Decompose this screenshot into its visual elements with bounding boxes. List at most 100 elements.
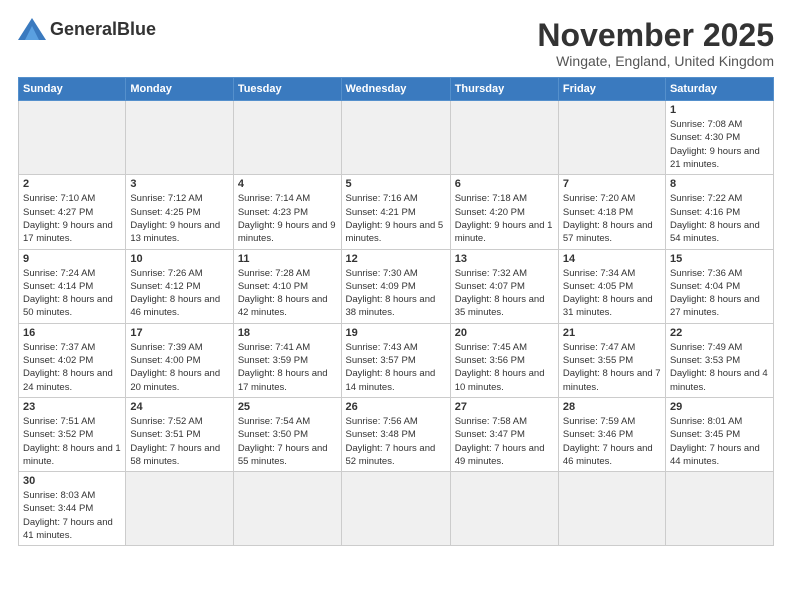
day-number: 26 (346, 401, 446, 413)
day-number: 15 (670, 253, 769, 265)
day-number: 12 (346, 253, 446, 265)
logo-icon (18, 18, 46, 40)
day-info: Sunrise: 7:28 AMSunset: 4:10 PMDaylight:… (238, 267, 337, 320)
day-number: 22 (670, 327, 769, 339)
day-cell: 1 Sunrise: 7:08 AMSunset: 4:30 PMDaylight… (665, 101, 773, 175)
day-number: 3 (130, 178, 228, 190)
day-cell: 30 Sunrise: 8:03 AMSunset: 3:44 PMDayligh… (19, 472, 126, 546)
day-number: 19 (346, 327, 446, 339)
day-cell: 23 Sunrise: 7:51 AMSunset: 3:52 PMDayligh… (19, 397, 126, 471)
day-number: 1 (670, 104, 769, 116)
day-cell: 10 Sunrise: 7:26 AMSunset: 4:12 PMDayligh… (126, 249, 233, 323)
day-info: Sunrise: 7:12 AMSunset: 4:25 PMDaylight:… (130, 192, 228, 245)
day-info: Sunrise: 7:47 AMSunset: 3:55 PMDaylight:… (563, 341, 661, 394)
day-cell: 26 Sunrise: 7:56 AMSunset: 3:48 PMDayligh… (341, 397, 450, 471)
week-row-1: 2Sunrise: 7:10 AMSunset: 4:27 PMDaylight… (19, 175, 774, 249)
day-info: Sunrise: 7:20 AMSunset: 4:18 PMDaylight:… (563, 192, 661, 245)
day-info: Sunrise: 7:16 AMSunset: 4:21 PMDaylight:… (346, 192, 446, 245)
day-info: Sunrise: 7:14 AMSunset: 4:23 PMDaylight:… (238, 192, 337, 245)
header-cell-thursday: Thursday (450, 78, 558, 101)
day-number: 30 (23, 475, 121, 487)
day-cell (19, 101, 126, 175)
day-number: 29 (670, 401, 769, 413)
day-cell (126, 472, 233, 546)
day-number: 7 (563, 178, 661, 190)
day-cell: 12 Sunrise: 7:30 AMSunset: 4:09 PMDayligh… (341, 249, 450, 323)
day-cell: 2Sunrise: 7:10 AMSunset: 4:27 PMDaylight… (19, 175, 126, 249)
day-info: Sunrise: 7:08 AMSunset: 4:30 PMDaylight:… (670, 118, 769, 171)
header-cell-wednesday: Wednesday (341, 78, 450, 101)
calendar: SundayMondayTuesdayWednesdayThursdayFrid… (18, 77, 774, 546)
day-cell: 21Sunrise: 7:47 AMSunset: 3:55 PMDayligh… (558, 323, 665, 397)
day-info: Sunrise: 7:58 AMSunset: 3:47 PMDaylight:… (455, 415, 554, 468)
day-number: 6 (455, 178, 554, 190)
day-info: Sunrise: 7:54 AMSunset: 3:50 PMDaylight:… (238, 415, 337, 468)
day-number: 13 (455, 253, 554, 265)
day-cell: 8Sunrise: 7:22 AMSunset: 4:16 PMDaylight… (665, 175, 773, 249)
calendar-body: 1 Sunrise: 7:08 AMSunset: 4:30 PMDaylight… (19, 101, 774, 546)
day-cell: 25 Sunrise: 7:54 AMSunset: 3:50 PMDayligh… (233, 397, 341, 471)
day-info: Sunrise: 7:41 AMSunset: 3:59 PMDaylight:… (238, 341, 337, 394)
header-row: SundayMondayTuesdayWednesdayThursdayFrid… (19, 78, 774, 101)
day-number: 16 (23, 327, 121, 339)
day-cell: 19Sunrise: 7:43 AMSunset: 3:57 PMDayligh… (341, 323, 450, 397)
day-number: 5 (346, 178, 446, 190)
week-row-0: 1 Sunrise: 7:08 AMSunset: 4:30 PMDaylight… (19, 101, 774, 175)
day-cell (558, 472, 665, 546)
day-number: 14 (563, 253, 661, 265)
day-info: Sunrise: 7:51 AMSunset: 3:52 PMDaylight:… (23, 415, 121, 468)
day-number: 27 (455, 401, 554, 413)
day-info: Sunrise: 7:22 AMSunset: 4:16 PMDaylight:… (670, 192, 769, 245)
day-info: Sunrise: 7:34 AMSunset: 4:05 PMDaylight:… (563, 267, 661, 320)
day-info: Sunrise: 7:26 AMSunset: 4:12 PMDaylight:… (130, 267, 228, 320)
day-cell: 15Sunrise: 7:36 AMSunset: 4:04 PMDayligh… (665, 249, 773, 323)
day-cell (665, 472, 773, 546)
day-number: 9 (23, 253, 121, 265)
day-cell: 17Sunrise: 7:39 AMSunset: 4:00 PMDayligh… (126, 323, 233, 397)
day-number: 18 (238, 327, 337, 339)
day-cell (558, 101, 665, 175)
day-info: Sunrise: 7:10 AMSunset: 4:27 PMDaylight:… (23, 192, 121, 245)
header-cell-friday: Friday (558, 78, 665, 101)
day-cell: 29Sunrise: 8:01 AMSunset: 3:45 PMDayligh… (665, 397, 773, 471)
day-cell: 28Sunrise: 7:59 AMSunset: 3:46 PMDayligh… (558, 397, 665, 471)
day-cell: 20Sunrise: 7:45 AMSunset: 3:56 PMDayligh… (450, 323, 558, 397)
day-info: Sunrise: 7:18 AMSunset: 4:20 PMDaylight:… (455, 192, 554, 245)
day-info: Sunrise: 7:30 AMSunset: 4:09 PMDaylight:… (346, 267, 446, 320)
day-cell: 16 Sunrise: 7:37 AMSunset: 4:02 PMDayligh… (19, 323, 126, 397)
day-cell: 7 Sunrise: 7:20 AMSunset: 4:18 PMDaylight… (558, 175, 665, 249)
week-row-5: 30 Sunrise: 8:03 AMSunset: 3:44 PMDayligh… (19, 472, 774, 546)
day-info: Sunrise: 7:49 AMSunset: 3:53 PMDaylight:… (670, 341, 769, 394)
day-cell (450, 472, 558, 546)
page: GeneralBlue November 2025 Wingate, Engla… (0, 0, 792, 612)
day-number: 10 (130, 253, 228, 265)
day-info: Sunrise: 7:37 AMSunset: 4:02 PMDaylight:… (23, 341, 121, 394)
day-info: Sunrise: 7:32 AMSunset: 4:07 PMDaylight:… (455, 267, 554, 320)
day-info: Sunrise: 7:56 AMSunset: 3:48 PMDaylight:… (346, 415, 446, 468)
day-cell (233, 101, 341, 175)
header-cell-sunday: Sunday (19, 78, 126, 101)
header-cell-tuesday: Tuesday (233, 78, 341, 101)
day-number: 25 (238, 401, 337, 413)
day-info: Sunrise: 7:52 AMSunset: 3:51 PMDaylight:… (130, 415, 228, 468)
day-cell: 27 Sunrise: 7:58 AMSunset: 3:47 PMDayligh… (450, 397, 558, 471)
day-cell (450, 101, 558, 175)
week-row-2: 9 Sunrise: 7:24 AMSunset: 4:14 PMDaylight… (19, 249, 774, 323)
day-cell (341, 101, 450, 175)
day-info: Sunrise: 7:24 AMSunset: 4:14 PMDaylight:… (23, 267, 121, 320)
subtitle: Wingate, England, United Kingdom (537, 53, 774, 69)
calendar-header: SundayMondayTuesdayWednesdayThursdayFrid… (19, 78, 774, 101)
day-number: 24 (130, 401, 228, 413)
day-number: 23 (23, 401, 121, 413)
day-cell: 18 Sunrise: 7:41 AMSunset: 3:59 PMDayligh… (233, 323, 341, 397)
day-info: Sunrise: 8:03 AMSunset: 3:44 PMDaylight:… (23, 489, 121, 542)
day-cell: 14 Sunrise: 7:34 AMSunset: 4:05 PMDayligh… (558, 249, 665, 323)
day-info: Sunrise: 7:59 AMSunset: 3:46 PMDaylight:… (563, 415, 661, 468)
day-cell: 5 Sunrise: 7:16 AMSunset: 4:21 PMDaylight… (341, 175, 450, 249)
header-cell-saturday: Saturday (665, 78, 773, 101)
logo-area: GeneralBlue (18, 18, 156, 40)
day-cell: 4 Sunrise: 7:14 AMSunset: 4:23 PMDaylight… (233, 175, 341, 249)
day-number: 4 (238, 178, 337, 190)
title-area: November 2025 Wingate, England, United K… (537, 18, 774, 69)
day-cell: 9 Sunrise: 7:24 AMSunset: 4:14 PMDaylight… (19, 249, 126, 323)
